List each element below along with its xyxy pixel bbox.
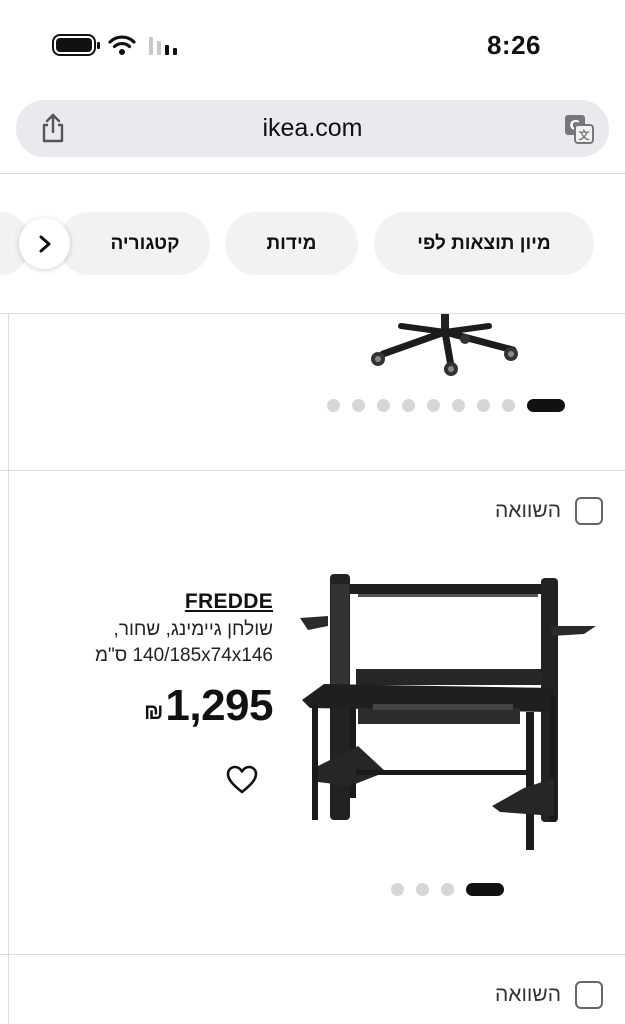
filter-chip-size[interactable]: מידות [225,212,358,275]
header-divider [0,173,625,174]
office-chair-base-image[interactable] [365,314,525,378]
compare-row[interactable]: השוואה [495,497,603,525]
carousel-dot[interactable] [352,399,365,412]
compare-checkbox[interactable] [575,981,603,1009]
carousel-dot-active[interactable] [527,399,565,412]
grid-line [8,954,9,1024]
section-divider [0,470,625,471]
battery-icon [52,34,100,56]
svg-text:文: 文 [579,128,591,142]
product-price: ₪ 1,295 [143,681,274,731]
wifi-icon [108,35,136,55]
section-divider [0,313,625,314]
grid-line [8,313,9,470]
scroll-chips-button[interactable] [19,218,70,269]
url-text[interactable]: ikea.com [16,114,609,143]
image-carousel-dots[interactable] [327,399,565,412]
filter-chip-category[interactable]: קטגוריה [58,212,210,275]
carousel-dot[interactable] [377,399,390,412]
currency-symbol: ₪ [143,699,164,724]
product-description-line: שולחן גיימינג, שחור, [113,619,273,640]
filter-chip-sort[interactable]: מיון תוצאות לפי [374,212,594,275]
compare-label: השוואה [494,983,561,1006]
heart-icon[interactable] [226,765,258,795]
product-description: שולחן גיימינג, שחור, 140/185x74x146 ס"מ [23,617,273,669]
carousel-dot[interactable] [391,883,404,896]
gaming-desk-image[interactable] [298,572,600,856]
carousel-dot[interactable] [452,399,465,412]
status-time: 8:26 [486,30,541,60]
chevron-right-icon [39,235,50,252]
carousel-dot[interactable] [402,399,415,412]
carousel-dot[interactable] [416,883,429,896]
product-info: FREDDE שולחן גיימינג, שחור, 140/185x74x1… [23,590,273,669]
compare-row[interactable]: השוואה [495,981,603,1009]
price-value: 1,295 [165,681,273,730]
status-bar: 8:26 [0,0,625,92]
carousel-dot[interactable] [441,883,454,896]
compare-label: השוואה [494,499,561,522]
carousel-dot[interactable] [427,399,440,412]
carousel-dot[interactable] [327,399,340,412]
translate-icon[interactable]: G 文 [563,113,595,145]
address-bar[interactable]: ikea.com G 文 [16,100,609,157]
carousel-dot[interactable] [502,399,515,412]
carousel-dot[interactable] [477,399,490,412]
grid-line [8,470,9,954]
compare-checkbox[interactable] [575,497,603,525]
carousel-dot-active[interactable] [466,883,504,896]
cellular-signal-icon [149,37,177,55]
status-icons [52,34,182,56]
product-description-line: 140/185x74x146 ס"מ [94,645,273,666]
product-name[interactable]: FREDDE [23,590,273,614]
image-carousel-dots[interactable] [391,883,504,896]
section-divider [0,954,625,955]
